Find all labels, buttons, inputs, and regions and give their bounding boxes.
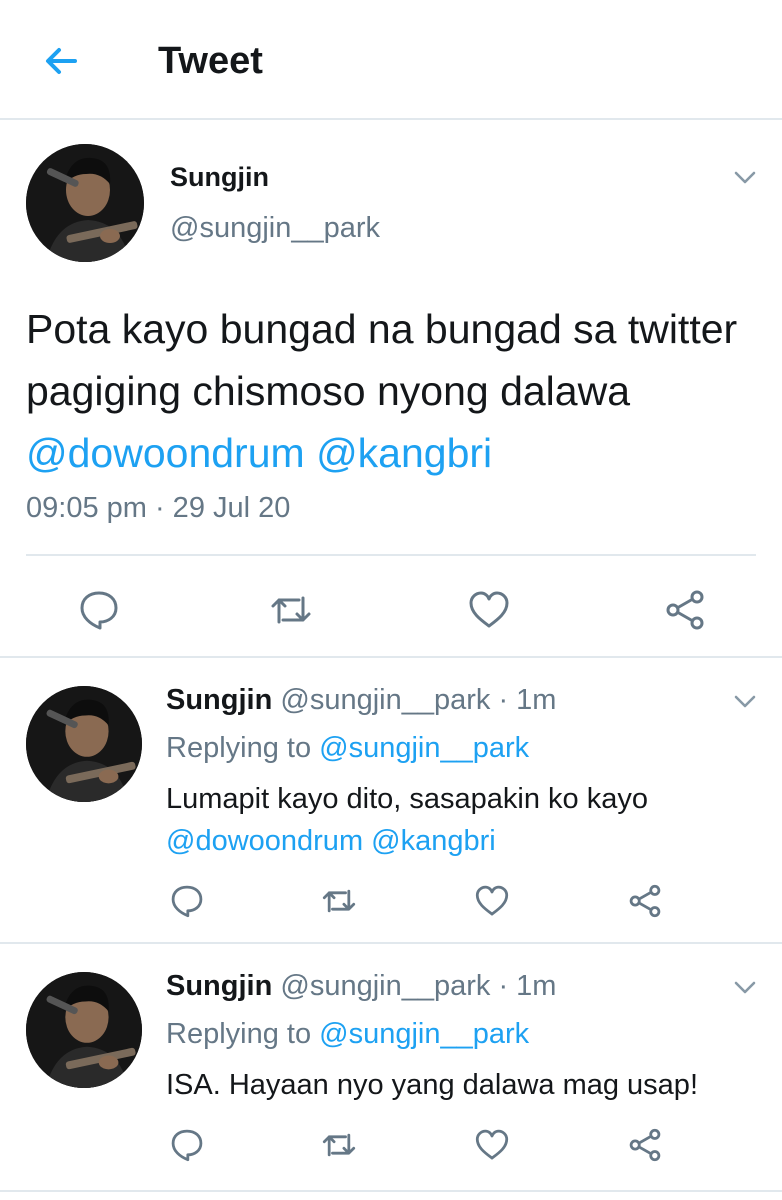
avatar[interactable]: [26, 144, 144, 262]
chevron-down-icon: [734, 981, 756, 994]
back-button[interactable]: [38, 38, 84, 84]
reply-button[interactable]: [166, 1124, 208, 1166]
author-name[interactable]: Sungjin: [166, 684, 272, 716]
author-handle-time[interactable]: @sungjin__park · 1m: [280, 970, 556, 1002]
tweet-timestamp[interactable]: 09:05 pm · 29 Jul 20: [26, 492, 290, 525]
tweet-text: ISA. Hayaan nyo yang dalawa mag usap!: [166, 1064, 766, 1106]
like-button[interactable]: [471, 1124, 513, 1166]
retweet-icon: [322, 889, 356, 913]
heart-icon: [469, 591, 509, 628]
tweet-body: Lumapit kayo dito, sasapakin ko kayo: [166, 783, 648, 815]
mention-link[interactable]: @dowoondrum: [166, 825, 363, 857]
replying-to-label: Replying to: [166, 732, 312, 764]
avatar[interactable]: [26, 972, 142, 1088]
retweet-button[interactable]: [318, 1124, 360, 1166]
replying-to-handle[interactable]: @sungjin__park: [319, 732, 529, 764]
page-title: Tweet: [158, 40, 263, 82]
replying-to-handle[interactable]: @sungjin__park: [319, 1018, 529, 1050]
mention-link[interactable]: @dowoondrum: [26, 430, 305, 476]
divider: [26, 554, 756, 556]
main-tweet: Sungjin @sungjin__park Pota kayo bungad …: [0, 120, 782, 658]
reply-button[interactable]: [166, 880, 208, 922]
reply-tweet[interactable]: Sungjin @sungjin__park · 1m Replying to …: [0, 944, 782, 1192]
tweet-body: ISA. Hayaan nyo yang dalawa mag usap!: [166, 1069, 698, 1101]
share-icon: [629, 884, 661, 918]
more-options-button[interactable]: [730, 162, 760, 192]
mention-link[interactable]: @kangbri: [371, 825, 496, 857]
share-button[interactable]: [660, 585, 710, 635]
chevron-down-icon: [734, 695, 756, 708]
reply-header: Sungjin @sungjin__park · 1m: [166, 970, 556, 1003]
replying-to-label: Replying to: [166, 1018, 312, 1050]
tweet-body: Pota kayo bungad na bungad sa twitter pa…: [26, 306, 738, 414]
reply-icon: [80, 591, 118, 630]
mention-link[interactable]: @kangbri: [316, 430, 492, 476]
tweet-text: Lumapit kayo dito, sasapakin ko kayo @do…: [166, 778, 766, 862]
retweet-button[interactable]: [318, 880, 360, 922]
chevron-down-icon: [734, 171, 756, 184]
author-handle[interactable]: @sungjin__park: [170, 212, 380, 245]
more-options-button[interactable]: [730, 686, 760, 716]
share-button[interactable]: [624, 1124, 666, 1166]
replying-to: Replying to @sungjin__park: [166, 732, 529, 765]
avatar[interactable]: [26, 686, 142, 802]
author-handle-time[interactable]: @sungjin__park · 1m: [280, 684, 556, 716]
retweet-button[interactable]: [266, 585, 316, 635]
reply-header: Sungjin @sungjin__park · 1m: [166, 684, 556, 717]
tweet-text: Pota kayo bungad na bungad sa twitter pa…: [26, 298, 766, 484]
author-name[interactable]: Sungjin: [166, 970, 272, 1002]
share-icon: [666, 590, 704, 630]
top-bar: Tweet: [0, 0, 782, 120]
reply-tweet[interactable]: Sungjin @sungjin__park · 1m Replying to …: [0, 658, 782, 944]
like-button[interactable]: [464, 585, 514, 635]
heart-icon: [475, 885, 509, 916]
more-options-button[interactable]: [730, 972, 760, 1002]
reply-icon: [171, 885, 203, 918]
author-name[interactable]: Sungjin: [170, 162, 269, 193]
reply-icon: [171, 1129, 203, 1162]
arrow-left-icon: [46, 48, 77, 74]
reply-button[interactable]: [74, 585, 124, 635]
retweet-icon: [271, 596, 311, 624]
share-button[interactable]: [624, 880, 666, 922]
share-icon: [629, 1128, 661, 1162]
replying-to: Replying to @sungjin__park: [166, 1018, 529, 1051]
heart-icon: [475, 1129, 509, 1160]
like-button[interactable]: [471, 880, 513, 922]
retweet-icon: [322, 1133, 356, 1157]
